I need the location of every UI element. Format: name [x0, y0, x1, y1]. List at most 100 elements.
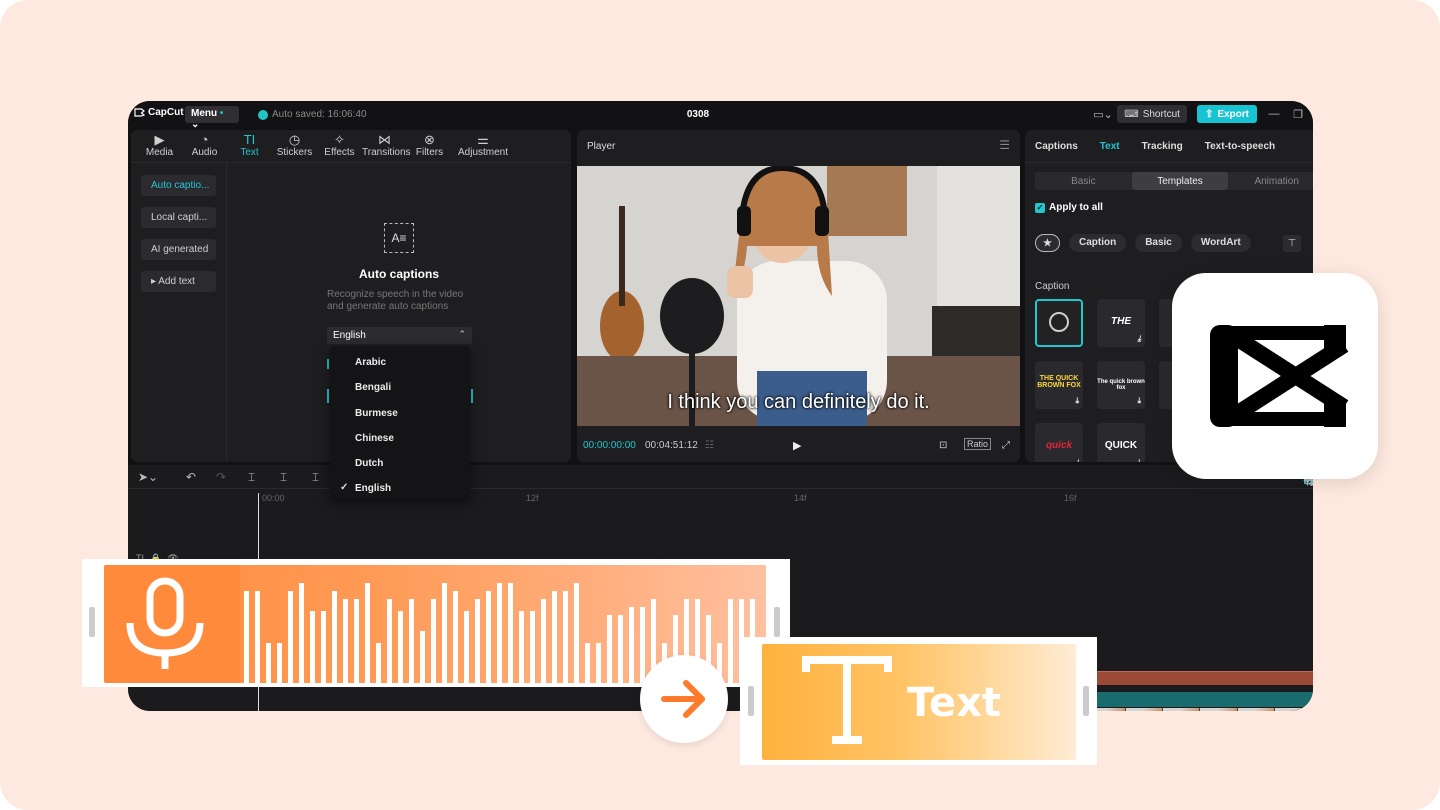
- menu-button[interactable]: Menu • ⌄: [185, 106, 239, 130]
- option-label: Dutch: [355, 458, 384, 470]
- tool-media[interactable]: ▶︎ Media: [137, 130, 182, 162]
- layout-icon[interactable]: ▭⌄: [1093, 108, 1113, 121]
- favorites-chip[interactable]: ★: [1035, 234, 1060, 252]
- template-tile[interactable]: The quick brown fox ⤓: [1097, 361, 1145, 409]
- segment-animation[interactable]: Animation: [1228, 172, 1313, 190]
- screenshot-icon[interactable]: ⊡: [939, 440, 947, 451]
- chip-basic[interactable]: Basic: [1135, 234, 1182, 252]
- language-option[interactable]: Burmese: [330, 400, 470, 425]
- fullscreen-icon[interactable]: ⤢: [1002, 440, 1010, 451]
- shortcut-button[interactable]: ⌨ Shortcut: [1117, 105, 1187, 123]
- clip-handle-right[interactable]: [774, 607, 780, 637]
- sidemenu-local-captions[interactable]: Local capti...: [141, 207, 216, 228]
- tool-label: Adjustment: [457, 147, 509, 158]
- template-tile[interactable]: quick ⤓: [1035, 423, 1083, 462]
- waveform-bar: [519, 611, 524, 683]
- segment-templates[interactable]: Templates: [1131, 172, 1229, 190]
- tool-label: Transitions: [362, 147, 411, 158]
- tool-label: Effects: [324, 147, 355, 158]
- chip-wordart[interactable]: WordArt: [1190, 234, 1251, 252]
- list-icon[interactable]: ☷: [705, 440, 714, 451]
- clip-handle-left[interactable]: [89, 607, 95, 637]
- menu-icon[interactable]: ☰: [999, 138, 1010, 152]
- apply-to-all-label: Apply to all: [1049, 202, 1103, 213]
- video-frame[interactable]: I think you can definitely do it.: [577, 166, 1020, 426]
- autosave-status: Auto saved: 16:06:40: [258, 109, 367, 120]
- template-tile[interactable]: THE ⤓: [1097, 299, 1145, 347]
- waveform-bar: [266, 643, 271, 683]
- ratio-button[interactable]: Ratio: [964, 438, 992, 450]
- waveform-bar: [486, 591, 491, 683]
- sidemenu-ai-generated[interactable]: AI generated: [141, 239, 216, 260]
- ruler-label: 14f: [794, 493, 807, 503]
- restore-icon[interactable]: ❐: [1291, 108, 1305, 121]
- waveform-bar: [365, 583, 370, 683]
- tool-effects[interactable]: ✧ Effects: [317, 130, 362, 162]
- chip-caption[interactable]: Caption: [1068, 234, 1127, 252]
- waveform-bar: [420, 631, 425, 683]
- tool-label: Stickers: [276, 147, 313, 158]
- split-left-icon[interactable]: ⌶: [280, 470, 287, 485]
- waveform-bar: [354, 599, 359, 683]
- clip-handle-left[interactable]: [748, 686, 754, 716]
- option-label: Bengali: [355, 382, 392, 394]
- apply-to-all-checkbox[interactable]: ✓ Apply to all: [1035, 202, 1103, 213]
- video-caption: I think you can definitely do it.: [667, 391, 930, 413]
- language-dropdown: Arabic Bengali Burmese Chinese Dutch ✓ En…: [330, 346, 470, 498]
- mic-box: [104, 565, 240, 683]
- arrow-right-icon: [661, 680, 705, 718]
- hidden-control-edge: [327, 359, 329, 369]
- template-tile[interactable]: QUICK ⤓: [1097, 423, 1145, 462]
- tile-text: quick: [1045, 440, 1073, 451]
- tile-none[interactable]: [1035, 299, 1083, 347]
- tab-tracking[interactable]: Tracking: [1142, 141, 1183, 152]
- tool-adjustment[interactable]: ⚌ Adjustment: [452, 130, 514, 162]
- minimize-icon[interactable]: —: [1267, 108, 1281, 120]
- language-option[interactable]: Bengali: [330, 374, 470, 399]
- style-segments: Basic Templates Animation: [1035, 172, 1313, 190]
- template-tile[interactable]: THE QUICK BROWN FOX ⤓: [1035, 361, 1083, 409]
- tool-text[interactable]: TI Text: [227, 130, 272, 162]
- microphone-icon: [126, 577, 204, 669]
- language-option[interactable]: Arabic: [330, 349, 470, 374]
- text-clip[interactable]: Text: [762, 644, 1076, 760]
- export-label: Export: [1217, 108, 1249, 120]
- language-select[interactable]: English ⌃: [327, 327, 472, 344]
- sidemenu-add-text[interactable]: ▸ Add text: [141, 271, 216, 292]
- app-logo: CapCut: [134, 107, 184, 118]
- play-icon[interactable]: ▶: [793, 439, 801, 452]
- split-icon[interactable]: ⌶: [248, 470, 255, 485]
- undo-icon[interactable]: ↶: [186, 470, 196, 484]
- player-header: Player ☰: [577, 130, 1020, 163]
- check-icon: [258, 109, 268, 120]
- language-option[interactable]: Dutch: [330, 450, 470, 475]
- tool-transitions[interactable]: ⋈ Transitions: [362, 130, 411, 162]
- filter-icon[interactable]: ⊤: [1283, 235, 1301, 252]
- clip-handle-right[interactable]: [1083, 686, 1089, 716]
- tab-captions[interactable]: Captions: [1035, 141, 1078, 152]
- tab-text[interactable]: Text: [1100, 141, 1120, 152]
- tool-stickers[interactable]: ◷ Stickers: [272, 130, 317, 162]
- sidemenu-auto-captions[interactable]: Auto captio...: [141, 175, 216, 196]
- segment-basic[interactable]: Basic: [1035, 172, 1132, 190]
- stickers-icon: ◷: [288, 132, 301, 147]
- ruler-label: 16f: [1064, 493, 1077, 503]
- split-right-icon[interactable]: ⌶: [312, 470, 319, 485]
- waveform-bar: [244, 591, 249, 683]
- tab-text-to-speech[interactable]: Text-to-speech: [1205, 141, 1275, 152]
- keyboard-icon: ⌨: [1124, 108, 1139, 120]
- hidden-button-edge: [471, 389, 473, 403]
- star-icon: ★: [1043, 238, 1052, 249]
- select-cursor-icon[interactable]: ➤⌄: [138, 470, 158, 484]
- titlebar-actions: ▭⌄ ⌨ Shortcut ⇪ Export — ❐: [1093, 105, 1305, 123]
- language-option[interactable]: Chinese: [330, 425, 470, 450]
- waveform-bar: [563, 591, 568, 683]
- capcut-logo-icon: [1210, 325, 1349, 427]
- language-option-selected[interactable]: ✓ English: [330, 475, 470, 500]
- tool-audio[interactable]: ◔ Audio: [182, 130, 227, 162]
- redo-icon[interactable]: ↷: [216, 470, 226, 484]
- waveform-bar: [574, 583, 579, 683]
- export-button[interactable]: ⇪ Export: [1196, 105, 1257, 123]
- tool-filters[interactable]: ⊗ Filters: [407, 130, 452, 162]
- video-scene: [577, 166, 1020, 426]
